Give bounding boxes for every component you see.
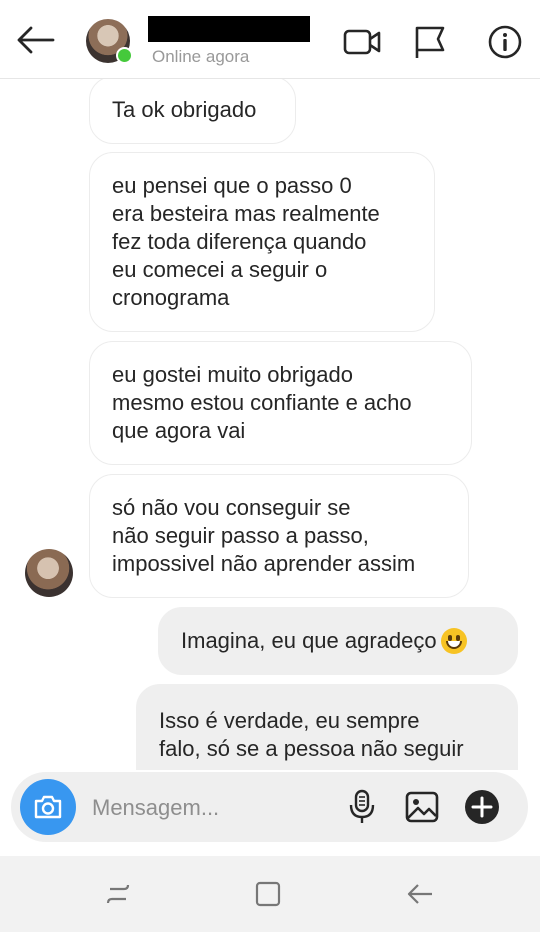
system-navigation-bar bbox=[0, 856, 540, 932]
camera-button[interactable] bbox=[20, 779, 76, 835]
contact-name[interactable] bbox=[148, 16, 310, 42]
sender-avatar[interactable] bbox=[25, 549, 73, 597]
back-arrow-icon bbox=[407, 884, 432, 904]
message-text: eu gostei muito obrigado mesmo estou con… bbox=[112, 362, 412, 443]
gallery-button[interactable] bbox=[404, 789, 440, 825]
recent-apps-icon bbox=[106, 884, 130, 904]
plus-circle-icon bbox=[465, 790, 499, 824]
video-call-button[interactable] bbox=[338, 20, 386, 64]
incoming-message[interactable]: eu gostei muito obrigado mesmo estou con… bbox=[89, 341, 472, 465]
recent-apps-button[interactable] bbox=[98, 876, 138, 912]
incoming-message[interactable]: eu pensei que o passo 0 era besteira mas… bbox=[89, 152, 435, 332]
report-button[interactable] bbox=[408, 20, 452, 64]
message-text: Isso é verdade, eu sempre falo, só se a … bbox=[159, 708, 464, 761]
message-text: Imagina, eu que agradeço bbox=[181, 628, 437, 653]
incoming-message[interactable]: Ta ok obrigado bbox=[89, 76, 296, 144]
contact-avatar-button[interactable] bbox=[86, 19, 133, 64]
home-button[interactable] bbox=[248, 876, 288, 912]
flag-icon bbox=[415, 26, 445, 58]
message-input[interactable] bbox=[90, 790, 334, 826]
microphone-icon bbox=[349, 789, 375, 823]
message-text: Ta ok obrigado bbox=[112, 97, 257, 122]
online-indicator bbox=[116, 47, 133, 64]
outgoing-message[interactable]: Imagina, eu que agradeço bbox=[158, 607, 518, 675]
grinning-face-emoji bbox=[440, 628, 467, 654]
info-icon bbox=[488, 25, 522, 59]
incoming-message[interactable]: só não vou conseguir se não seguir passo… bbox=[89, 474, 469, 598]
message-composer bbox=[11, 772, 528, 842]
info-button[interactable] bbox=[482, 20, 528, 64]
back-button[interactable] bbox=[10, 18, 60, 62]
more-options-button[interactable] bbox=[464, 789, 500, 825]
online-status: Online agora bbox=[152, 47, 250, 66]
chat-header: Online agora bbox=[0, 0, 540, 79]
arrow-left-icon bbox=[17, 26, 55, 54]
message-text: só não vou conseguir se não seguir passo… bbox=[112, 495, 416, 576]
image-icon bbox=[405, 791, 439, 823]
home-icon bbox=[255, 881, 281, 907]
video-camera-icon bbox=[343, 29, 381, 55]
message-text: eu pensei que o passo 0 era besteira mas… bbox=[112, 173, 380, 310]
system-back-button[interactable] bbox=[400, 876, 440, 912]
voice-message-button[interactable] bbox=[344, 789, 380, 825]
camera-icon bbox=[34, 795, 62, 819]
